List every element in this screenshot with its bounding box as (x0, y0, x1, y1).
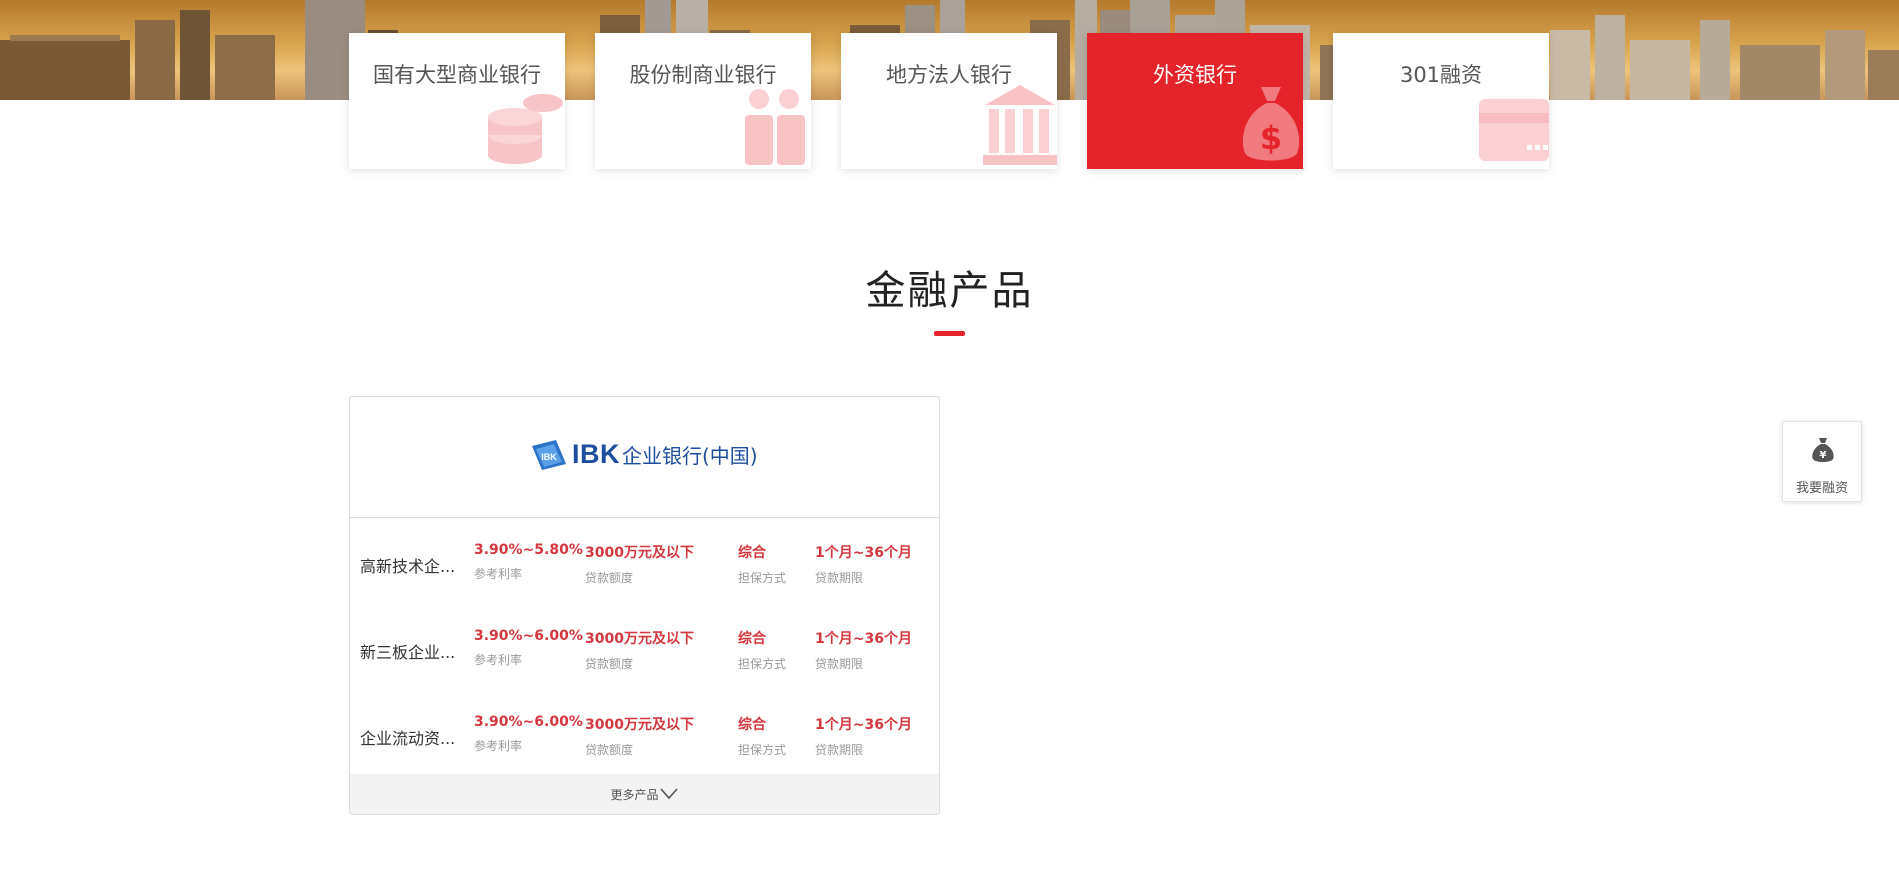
term-label: 贷款期限 (815, 743, 864, 757)
more-products-label: 更多产品 (610, 787, 659, 802)
term-cell: 1个月~36个月 贷款期限 (815, 714, 912, 758)
bank-logo-text: IBK (572, 439, 620, 469)
term-cell: 1个月~36个月 贷款期限 (815, 628, 912, 672)
term-cell: 1个月~36个月 贷款期限 (815, 542, 912, 586)
tab-label: 301融资 (1399, 63, 1483, 87)
guarantee-label: 担保方式 (738, 571, 787, 585)
apply-financing-button[interactable]: ¥ 我要融资 (1782, 421, 1862, 502)
term-label: 贷款期限 (815, 571, 864, 585)
tab-joint-stock-banks[interactable]: 股份制商业银行 (595, 33, 811, 169)
product-row[interactable]: 高新技术企... 3.90%~5.80% 参考利率 3000万元及以下 贷款额度… (350, 518, 939, 604)
rate-label: 参考利率 (474, 739, 523, 753)
product-row[interactable]: 新三板企业... 3.90%~6.00% 参考利率 3000万元及以下 贷款额度… (350, 604, 939, 690)
amount-value: 3000万元及以下 (585, 717, 694, 733)
rate-value: 3.90%~6.00% (474, 628, 583, 644)
svg-text:¥: ¥ (1820, 450, 1827, 461)
guarantee-cell: 综合 担保方式 (738, 542, 786, 586)
guarantee-label: 担保方式 (738, 743, 787, 757)
amount-label: 贷款额度 (585, 743, 634, 757)
ibk-logo-icon: IBK (532, 439, 566, 470)
guarantee-value: 综合 (738, 717, 766, 733)
term-label: 贷款期限 (815, 657, 864, 671)
term-value: 1个月~36个月 (815, 631, 912, 647)
people-icon (745, 89, 805, 165)
card-icon (1479, 99, 1549, 161)
rate-cell: 3.90%~5.80% 参考利率 (474, 542, 583, 582)
title-underline (934, 331, 965, 336)
amount-label: 贷款额度 (585, 571, 634, 585)
product-name: 新三板企业... (360, 643, 456, 662)
product-row[interactable]: 企业流动资... 3.90%~6.00% 参考利率 3000万元及以下 贷款额度… (350, 690, 939, 776)
money-bag-icon: $ (1242, 87, 1300, 161)
bank-logo-cn: 企业银行(中国) (622, 444, 758, 468)
guarantee-label: 担保方式 (738, 657, 787, 671)
product-name: 高新技术企... (360, 557, 456, 576)
card-header: IBK IBK 企业银行(中国) (350, 397, 939, 518)
tab-301-financing[interactable]: 301融资 (1333, 33, 1549, 169)
tab-local-banks[interactable]: 地方法人银行 (841, 33, 1057, 169)
more-products-button[interactable]: 更多产品 (350, 774, 939, 814)
rate-cell: 3.90%~6.00% 参考利率 (474, 628, 583, 668)
guarantee-value: 综合 (738, 631, 766, 647)
term-value: 1个月~36个月 (815, 717, 912, 733)
amount-value: 3000万元及以下 (585, 545, 694, 561)
amount-cell: 3000万元及以下 贷款额度 (585, 714, 694, 758)
rate-label: 参考利率 (474, 567, 523, 581)
svg-text:$: $ (1260, 119, 1282, 157)
rate-value: 3.90%~6.00% (474, 714, 583, 730)
chevron-down-icon (659, 788, 678, 800)
tab-foreign-banks[interactable]: 外资银行 $ (1087, 33, 1303, 169)
guarantee-cell: 综合 担保方式 (738, 628, 786, 672)
amount-cell: 3000万元及以下 贷款额度 (585, 628, 694, 672)
tab-state-owned-banks[interactable]: 国有大型商业银行 (349, 33, 565, 169)
bank-product-card: IBK IBK 企业银行(中国) 高新技术企... 3.90%~5.80% 参考… (349, 396, 940, 815)
amount-value: 3000万元及以下 (585, 631, 694, 647)
coins-icon (488, 94, 563, 164)
amount-cell: 3000万元及以下 贷款额度 (585, 542, 694, 586)
rate-label: 参考利率 (474, 653, 523, 667)
section-title: 金融产品 (865, 268, 1034, 314)
term-value: 1个月~36个月 (815, 545, 912, 561)
rate-value: 3.90%~5.80% (474, 542, 583, 558)
bank-logo[interactable]: IBK IBK 企业银行(中国) (532, 439, 758, 470)
rate-cell: 3.90%~6.00% 参考利率 (474, 714, 583, 754)
bank-building-icon (983, 85, 1057, 165)
product-name: 企业流动资... (360, 729, 456, 748)
apply-financing-label: 我要融资 (1795, 481, 1848, 496)
guarantee-cell: 综合 担保方式 (738, 714, 786, 758)
amount-label: 贷款额度 (585, 657, 634, 671)
guarantee-value: 综合 (738, 545, 766, 561)
money-bag-icon: ¥ (1812, 438, 1834, 462)
svg-text:IBK: IBK (541, 452, 557, 462)
